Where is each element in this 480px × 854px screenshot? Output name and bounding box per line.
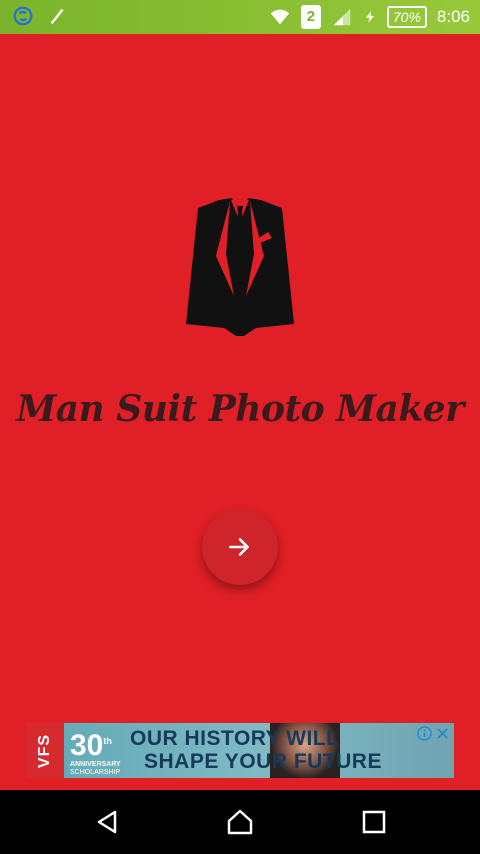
status-bar: 2 70% 8:06 [0,0,480,34]
arrow-right-icon [228,538,249,556]
sync-icon [13,6,33,26]
ad-brand-logo: VFS [26,723,64,778]
ad-close-icon[interactable] [435,726,450,741]
next-button[interactable] [202,509,278,585]
navigation-bar [0,790,480,854]
sim-icon: 2 [300,5,321,29]
back-icon[interactable] [94,808,122,836]
wifi-icon [270,9,290,25]
suit-icon [186,198,294,336]
battery-level: 70% [386,6,427,28]
signal-icon [333,8,351,26]
charging-icon [365,11,374,23]
ad-info-icon[interactable] [417,726,432,741]
clock: 8:06 [436,7,470,26]
phone-icon [50,8,64,25]
ad-banner[interactable]: VFS 30th ANNIVERSARY SCHOLARSHIP OUR HIS… [26,723,454,778]
home-icon[interactable] [226,808,254,836]
ad-anniversary-badge: 30th ANNIVERSARY SCHOLARSHIP [70,729,121,777]
app-title: Man Suit Photo Maker [16,388,464,430]
recents-icon[interactable] [360,808,388,836]
ad-headline: OUR HISTORY WILL SHAPE YOUR FUTURE [130,727,382,773]
